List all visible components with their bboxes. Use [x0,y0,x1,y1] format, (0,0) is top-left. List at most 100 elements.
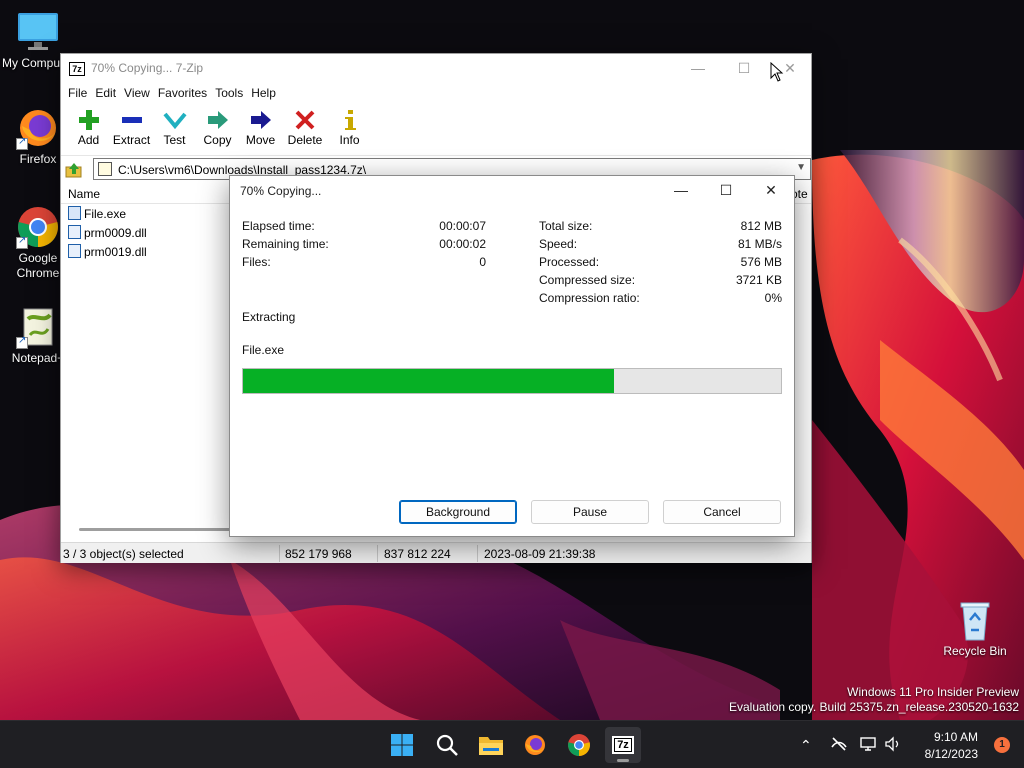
file-name: File.exe [84,207,127,221]
move-button[interactable]: Move [239,104,282,155]
add-icon [67,108,110,132]
search-icon [436,734,458,756]
copy-button[interactable]: Copy [196,104,239,155]
files-value: 0 [479,255,486,269]
delete-label: Delete [287,133,323,147]
firefox-icon [16,106,60,150]
menu-tools[interactable]: Tools [214,84,250,104]
info-icon [328,108,371,132]
file-explorer-icon [479,737,503,755]
progress-bar-fill [243,369,615,393]
menu-bar: File Edit View Favorites Tools Help [61,84,811,104]
desktop-icon-label: Recycle Bin [943,644,1007,658]
status-size: 852 179 968 [285,547,352,561]
volume-icon[interactable] [884,735,902,755]
dialog-maximize-button[interactable]: ☐ [703,176,749,206]
operation-label: Extracting [242,310,296,324]
archive-icon [98,162,112,176]
clock[interactable]: 9:10 AM 8/12/2023 [925,729,978,763]
toolbar: Add Extract Test Copy Move Delete Info [61,104,811,156]
dialog-minimize-button[interactable]: — [658,176,704,206]
remaining-time-label: Remaining time: [242,237,329,251]
start-button[interactable] [384,727,420,763]
compression-ratio-value: 0% [764,291,782,305]
mouse-cursor-icon [770,61,784,85]
taskbar-file-explorer[interactable] [473,727,509,763]
file-name: prm0009.dll [84,226,147,240]
dll-file-icon [68,244,81,258]
remaining-time-value: 00:00:02 [439,237,486,251]
move-icon [239,108,282,132]
7zip-app-icon: 7z [69,62,85,76]
status-separator [477,545,478,562]
processed-label: Processed: [539,255,600,269]
watermark-line-2: Evaluation copy. Build 25375.zn_release.… [729,700,1019,714]
monitor-icon [16,10,60,54]
system-tray: ⌃ [800,721,902,768]
network-offline-icon[interactable] [830,736,848,755]
add-button[interactable]: Add [67,104,110,155]
clock-time: 9:10 AM [933,730,978,744]
status-bar: 3 / 3 object(s) selected 852 179 968 837… [61,542,811,563]
chrome-icon [16,205,60,249]
elapsed-time-value: 00:00:07 [439,219,486,233]
chrome-icon [568,734,590,756]
menu-view[interactable]: View [123,84,157,104]
dialog-close-button[interactable]: ✕ [748,176,794,206]
minimize-button[interactable]: — [675,54,721,84]
display-icon[interactable] [860,736,878,755]
compression-ratio-label: Compression ratio: [539,291,640,305]
taskbar-search-button[interactable] [429,727,465,763]
total-size-value: 812 MB [740,219,782,233]
watermark-line-1: Windows 11 Pro Insider Preview [847,685,1019,699]
info-button[interactable]: Info [328,104,371,155]
menu-file[interactable]: File [67,84,94,104]
window-title: 70% Copying... 7-Zip [91,61,204,75]
notepad-plus-plus-icon [16,305,60,349]
progress-dialog[interactable]: 70% Copying... — ☐ ✕ Elapsed time: 00:00… [229,175,795,537]
status-selected: 3 / 3 object(s) selected [63,547,184,561]
move-label: Move [245,133,276,147]
chevron-down-icon[interactable]: ▼ [796,162,806,173]
column-name[interactable]: Name [68,187,100,201]
status-separator [377,545,378,562]
extract-icon [110,108,153,132]
test-label: Test [163,133,186,147]
cancel-button[interactable]: Cancel [663,500,781,524]
compressed-size-value: 3721 KB [735,273,782,287]
menu-favorites[interactable]: Favorites [157,84,214,104]
files-label: Files: [242,255,271,269]
taskbar-chrome[interactable] [561,727,597,763]
titlebar[interactable]: 7z 70% Copying... 7-Zip — ☐ ✕ [61,54,811,84]
taskbar: 7z ⌃ 9:10 AM 8/12/2023 1 [0,720,1024,768]
total-size-label: Total size: [539,219,593,233]
clock-date: 8/12/2023 [924,747,978,761]
add-label: Add [77,133,100,147]
status-modified: 2023-08-09 21:39:38 [484,547,596,561]
menu-help[interactable]: Help [250,84,283,104]
taskbar-firefox[interactable] [517,727,553,763]
compressed-size-label: Compressed size: [539,273,636,287]
taskbar-7zip[interactable]: 7z [605,727,641,763]
desktop-icon-recycle-bin[interactable]: Recycle Bin [937,598,1013,659]
folder-up-icon[interactable] [65,161,83,179]
copy-label: Copy [203,133,232,147]
info-label: Info [339,133,360,147]
test-icon [153,108,196,132]
menu-edit[interactable]: Edit [94,84,123,104]
dialog-title: 70% Copying... [240,184,322,198]
test-button[interactable]: Test [153,104,196,155]
delete-button[interactable]: Delete [282,104,328,155]
pause-button[interactable]: Pause [531,500,649,524]
speed-label: Speed: [539,237,578,251]
7zip-icon: 7z [612,736,634,754]
notification-badge[interactable]: 1 [994,737,1010,753]
maximize-button[interactable]: ☐ [721,54,767,84]
exe-file-icon [68,206,81,220]
status-packed: 837 812 224 [384,547,451,561]
background-button[interactable]: Background [399,500,517,524]
chevron-up-icon[interactable]: ⌃ [800,737,812,754]
extract-button[interactable]: Extract [110,104,153,155]
processed-value: 576 MB [740,255,782,269]
file-name: prm0019.dll [84,245,147,259]
